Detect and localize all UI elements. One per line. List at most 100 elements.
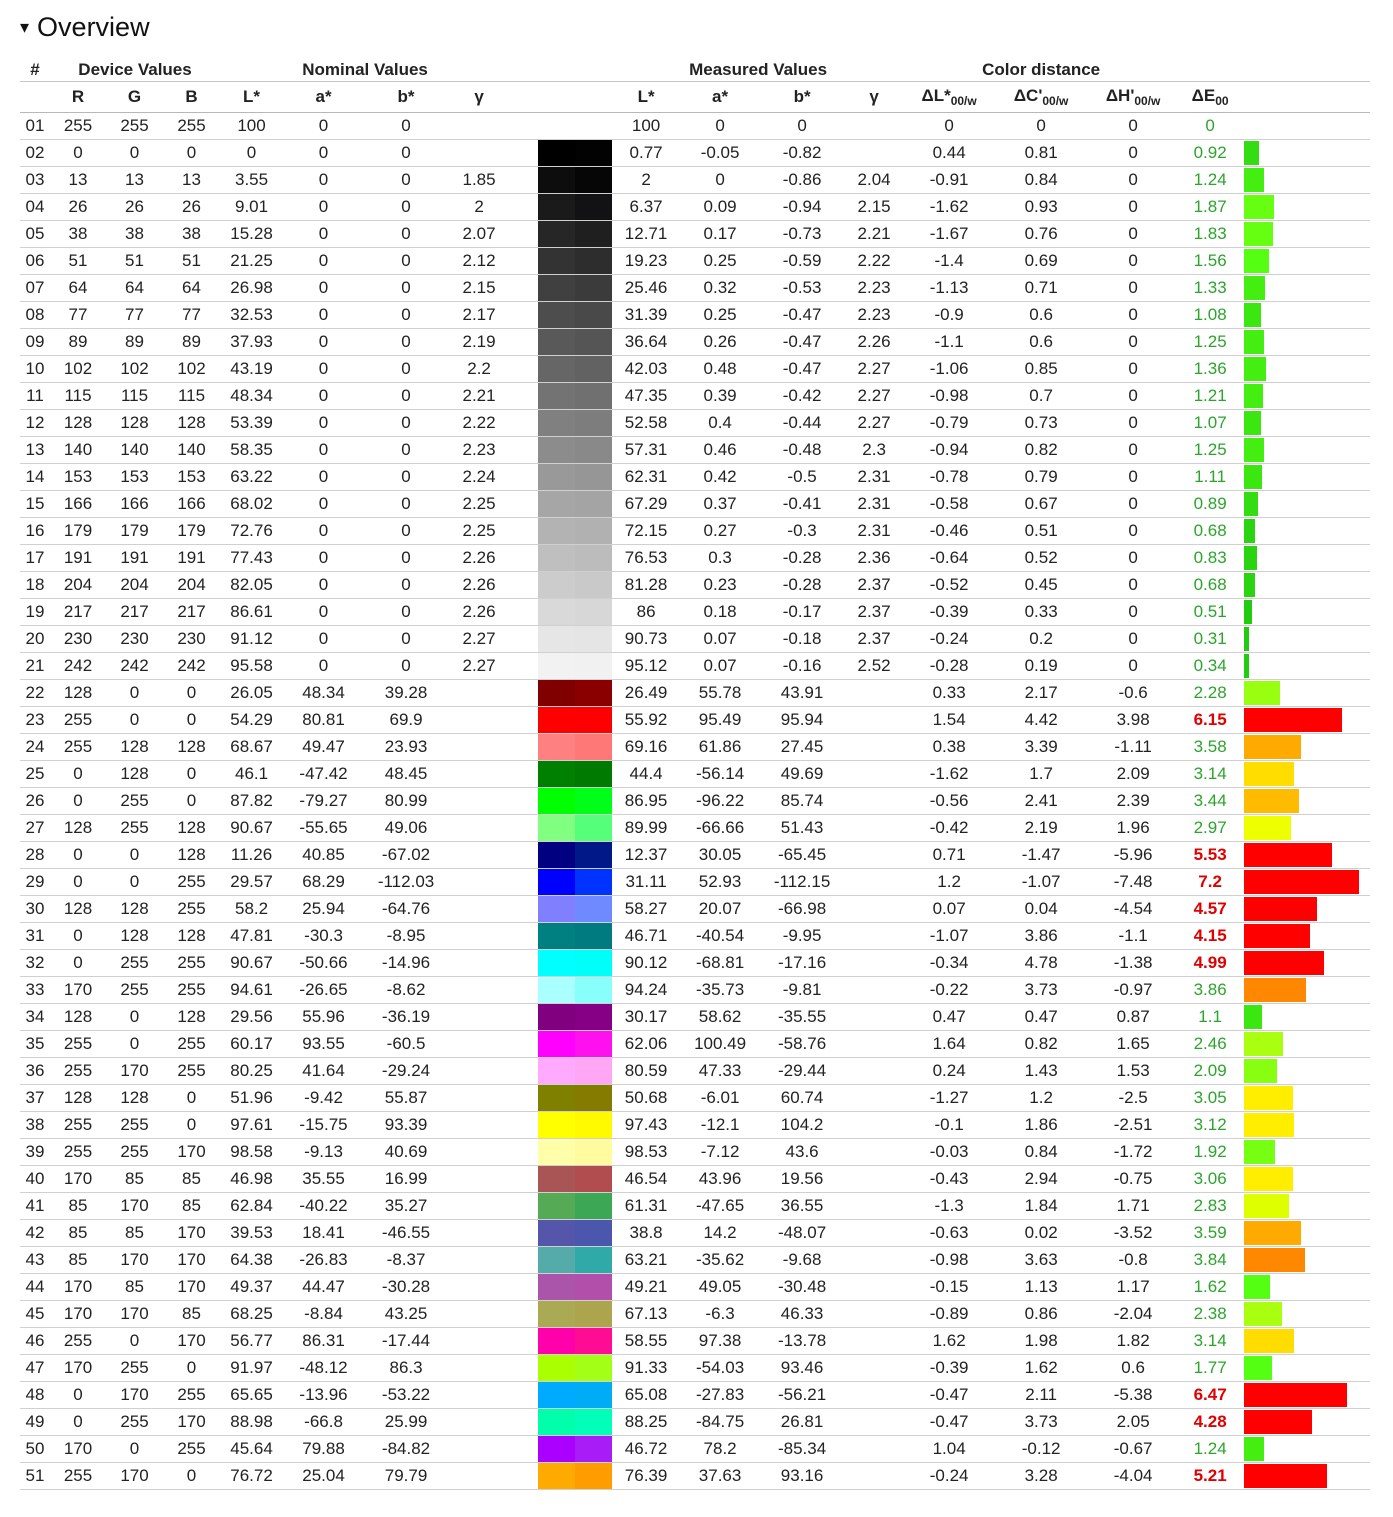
col-nominal-l-header: L* [220, 81, 284, 113]
delta-c: 0.69 [994, 247, 1089, 275]
delta-l: -0.56 [904, 787, 995, 815]
nominal-gamma [448, 814, 511, 842]
nominal-gamma [448, 1111, 511, 1139]
measured-swatch [575, 1031, 613, 1057]
nominal-l: 0 [220, 139, 284, 167]
measured-a: -6.01 [680, 1084, 761, 1112]
delta-c: 0.6 [994, 301, 1089, 329]
delta-e-bar-fill [1244, 330, 1265, 354]
delta-e-bar [1242, 1165, 1371, 1193]
nominal-l: 64.38 [220, 1246, 284, 1274]
table-row: 08 77 77 77 32.53 0 0 2.17 31.39 0.25 -0.47 2.23 -0.… [20, 301, 1371, 329]
measured-l: 47.35 [612, 382, 681, 410]
device-g: 51 [106, 247, 163, 275]
spacer-cell [510, 760, 539, 788]
nominal-b: 0 [364, 409, 449, 437]
device-g: 64 [106, 274, 163, 302]
nominal-a: -8.84 [283, 1300, 365, 1328]
device-b: 255 [163, 868, 221, 896]
measured-a: 47.33 [680, 1057, 761, 1085]
nominal-b: 0 [364, 112, 449, 140]
nominal-a: 40.85 [283, 841, 365, 869]
device-b: 89 [163, 328, 221, 356]
spacer-cell [510, 1111, 539, 1139]
row-number: 19 [20, 598, 50, 626]
measured-gamma [844, 1381, 905, 1409]
device-b: 242 [163, 652, 221, 680]
delta-e-bar-fill [1244, 1302, 1283, 1326]
nominal-b: 0 [364, 490, 449, 518]
nominal-swatch [538, 1436, 576, 1462]
device-r: 255 [50, 706, 106, 734]
nominal-l: 100 [220, 112, 284, 140]
delta-e-bar [1242, 949, 1371, 977]
nominal-swatch [538, 1274, 576, 1300]
nominal-swatch [538, 464, 576, 490]
delta-h: -5.96 [1088, 841, 1179, 869]
measured-a: -0.05 [680, 139, 761, 167]
nominal-l: 82.05 [220, 571, 284, 599]
delta-h: 2.09 [1088, 760, 1179, 788]
nominal-a: 18.41 [283, 1219, 365, 1247]
delta-e: 3.14 [1178, 1327, 1243, 1355]
delta-h: 0 [1088, 409, 1179, 437]
delta-e: 0.34 [1178, 652, 1243, 680]
measured-l: 52.58 [612, 409, 681, 437]
delta-h: 0 [1088, 436, 1179, 464]
nominal-b: 0 [364, 220, 449, 248]
measured-l: 31.11 [612, 868, 681, 896]
measured-b: 43.91 [760, 679, 845, 707]
spacer-cell [510, 1300, 539, 1328]
spacer-cell [510, 1003, 539, 1031]
delta-c: 0.84 [994, 1138, 1089, 1166]
measured-gamma: 2.37 [844, 598, 905, 626]
nominal-gamma [448, 1273, 511, 1301]
measured-swatch [575, 302, 613, 328]
device-r: 166 [50, 490, 106, 518]
color-swatch [538, 1138, 613, 1166]
delta-l: -0.47 [904, 1381, 995, 1409]
row-number: 38 [20, 1111, 50, 1139]
color-swatch [538, 841, 613, 869]
measured-swatch [575, 221, 613, 247]
spacer-cell [510, 841, 539, 869]
delta-l: -0.39 [904, 598, 995, 626]
nominal-b: 0 [364, 193, 449, 221]
device-b: 153 [163, 463, 221, 491]
overview-section-toggle[interactable]: ▾ Overview [20, 10, 150, 44]
nominal-swatch [538, 923, 576, 949]
delta-e-bar-fill [1244, 816, 1292, 840]
delta-e-bar-fill [1244, 465, 1263, 489]
row-number: 35 [20, 1030, 50, 1058]
delta-h: 0 [1088, 301, 1179, 329]
delta-h: 0.6 [1088, 1354, 1179, 1382]
table-row: 05 38 38 38 15.28 0 0 2.07 12.71 0.17 -0.73 2.21 -1.… [20, 220, 1371, 248]
delta-e-bar-fill [1244, 1464, 1328, 1488]
nominal-a: 25.94 [283, 895, 365, 923]
nominal-swatch [538, 140, 576, 166]
delta-h: 0 [1088, 544, 1179, 572]
measured-gamma: 2.36 [844, 544, 905, 572]
spacer-cell [510, 706, 539, 734]
device-b: 64 [163, 274, 221, 302]
spacer-cell [510, 1354, 539, 1382]
table-row: 33 170 255 255 94.61 -26.65 -8.62 94.24 -35.73 -9… [20, 976, 1371, 1004]
device-r: 0 [50, 139, 106, 167]
nominal-swatch [538, 1301, 576, 1327]
nominal-l: 80.25 [220, 1057, 284, 1085]
measured-l: 81.28 [612, 571, 681, 599]
row-number: 40 [20, 1165, 50, 1193]
delta-e-bar [1242, 1327, 1371, 1355]
delta-e: 4.15 [1178, 922, 1243, 950]
delta-l: -0.98 [904, 1246, 995, 1274]
table-row: 49 0 255 170 88.98 -66.8 25.99 88.25 -84.75 26.81… [20, 1408, 1371, 1436]
measured-gamma [844, 139, 905, 167]
table-row: 50 170 0 255 45.64 79.88 -84.82 46.72 78.2 -85.34… [20, 1435, 1371, 1463]
measured-swatch [575, 707, 613, 733]
nominal-gamma [448, 679, 511, 707]
measured-l: 91.33 [612, 1354, 681, 1382]
nominal-swatch [538, 1193, 576, 1219]
delta-c: 1.98 [994, 1327, 1089, 1355]
delta-l: 1.64 [904, 1030, 995, 1058]
nominal-a: 0 [283, 463, 365, 491]
